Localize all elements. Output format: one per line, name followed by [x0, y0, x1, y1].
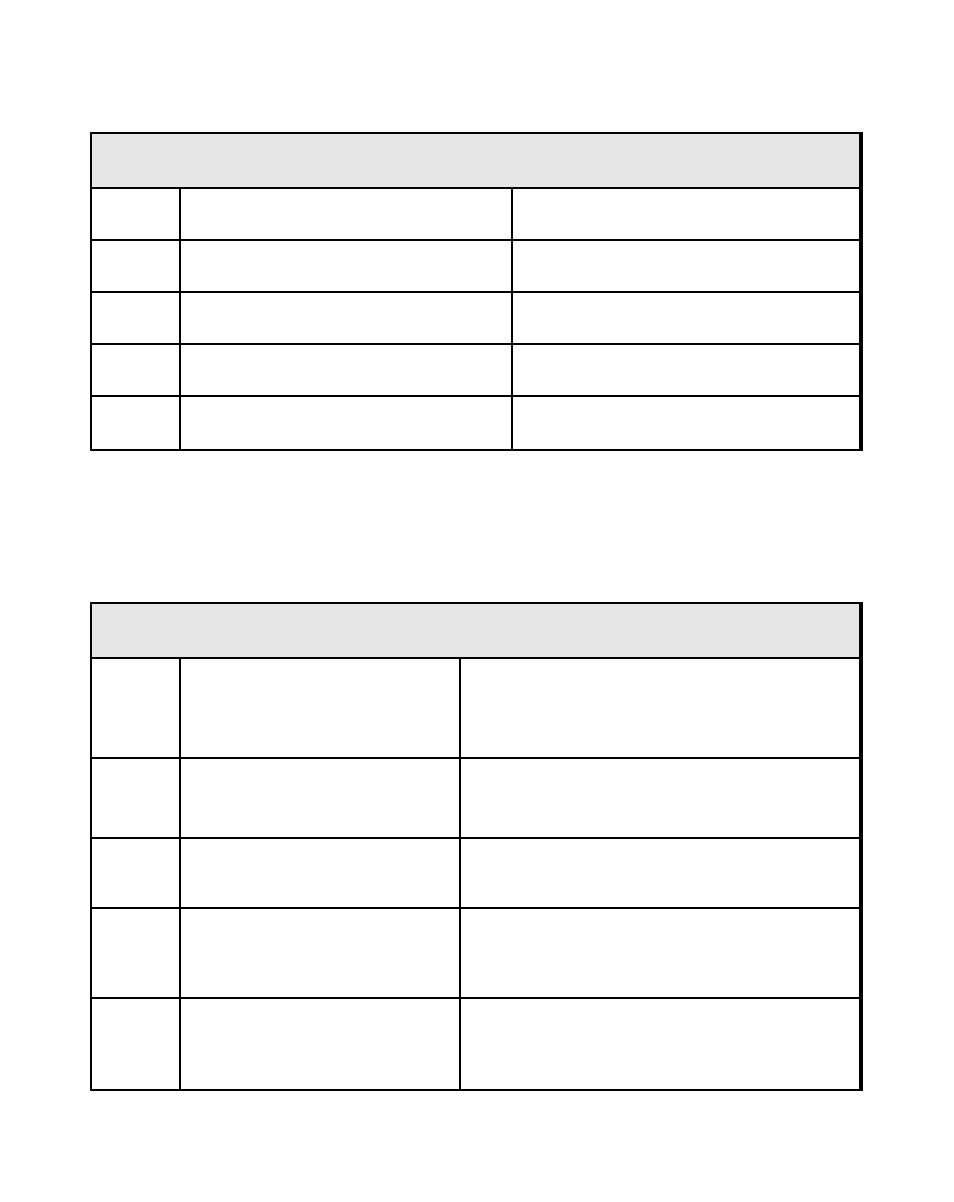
table-row: [92, 759, 859, 839]
table-cell: [513, 345, 859, 395]
table-cell: [181, 839, 461, 907]
table-cell: [181, 345, 513, 395]
table-row: [92, 909, 859, 999]
table-cell: [513, 293, 859, 343]
table-cell: [513, 397, 859, 449]
table-row: [92, 397, 859, 449]
table-cell: [92, 909, 181, 997]
table-cell: [181, 293, 513, 343]
table-cell: [461, 909, 859, 997]
table-cell: [181, 241, 513, 291]
table-cell: [513, 189, 859, 239]
table-2-header: [92, 604, 859, 659]
table-cell: [92, 345, 181, 395]
table-cell: [181, 659, 461, 757]
table-cell: [181, 999, 461, 1089]
table-cell: [92, 999, 181, 1089]
table-cell: [92, 241, 181, 291]
table-1: [90, 132, 863, 451]
table-cell: [513, 241, 859, 291]
table-row: [92, 189, 859, 241]
table-cell: [92, 839, 181, 907]
table-row: [92, 659, 859, 759]
table-cell: [181, 189, 513, 239]
table-cell: [461, 759, 859, 837]
table-cell: [92, 759, 181, 837]
table-row: [92, 293, 859, 345]
table-cell: [181, 397, 513, 449]
table-row: [92, 241, 859, 293]
table-2: [90, 602, 863, 1091]
table-row: [92, 839, 859, 909]
table-cell: [92, 397, 181, 449]
table-cell: [92, 293, 181, 343]
table-cell: [92, 659, 181, 757]
table-cell: [181, 909, 461, 997]
table-1-header: [92, 134, 859, 189]
table-cell: [461, 659, 859, 757]
table-cell: [461, 839, 859, 907]
table-cell: [92, 189, 181, 239]
table-cell: [181, 759, 461, 837]
table-cell: [461, 999, 859, 1089]
table-row: [92, 345, 859, 397]
document-page: [0, 0, 954, 1202]
table-row: [92, 999, 859, 1089]
